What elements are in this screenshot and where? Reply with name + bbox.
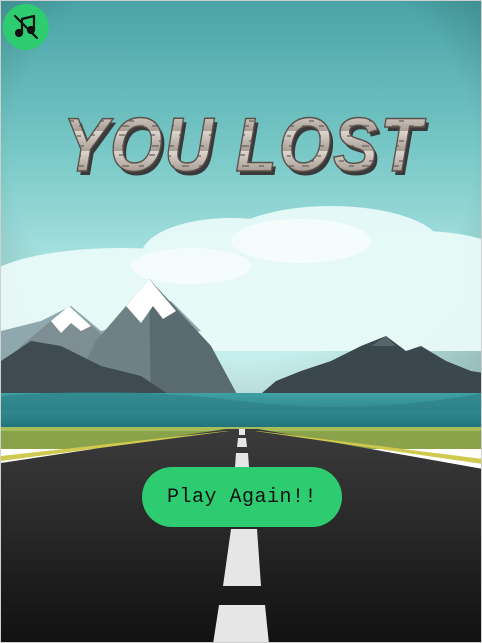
play-again-button[interactable]: Play Again!! bbox=[142, 467, 342, 527]
title-text: YOU LOST bbox=[63, 111, 426, 183]
game-over-title: YOU LOST YOU LOST bbox=[62, 111, 427, 183]
music-note-muted-icon bbox=[13, 14, 39, 40]
background-scene bbox=[1, 1, 481, 642]
mute-music-button[interactable] bbox=[3, 4, 49, 50]
play-again-label: Play Again!! bbox=[166, 485, 318, 509]
game-frame: YOU LOST YOU LOST Play Again!! bbox=[0, 0, 482, 643]
